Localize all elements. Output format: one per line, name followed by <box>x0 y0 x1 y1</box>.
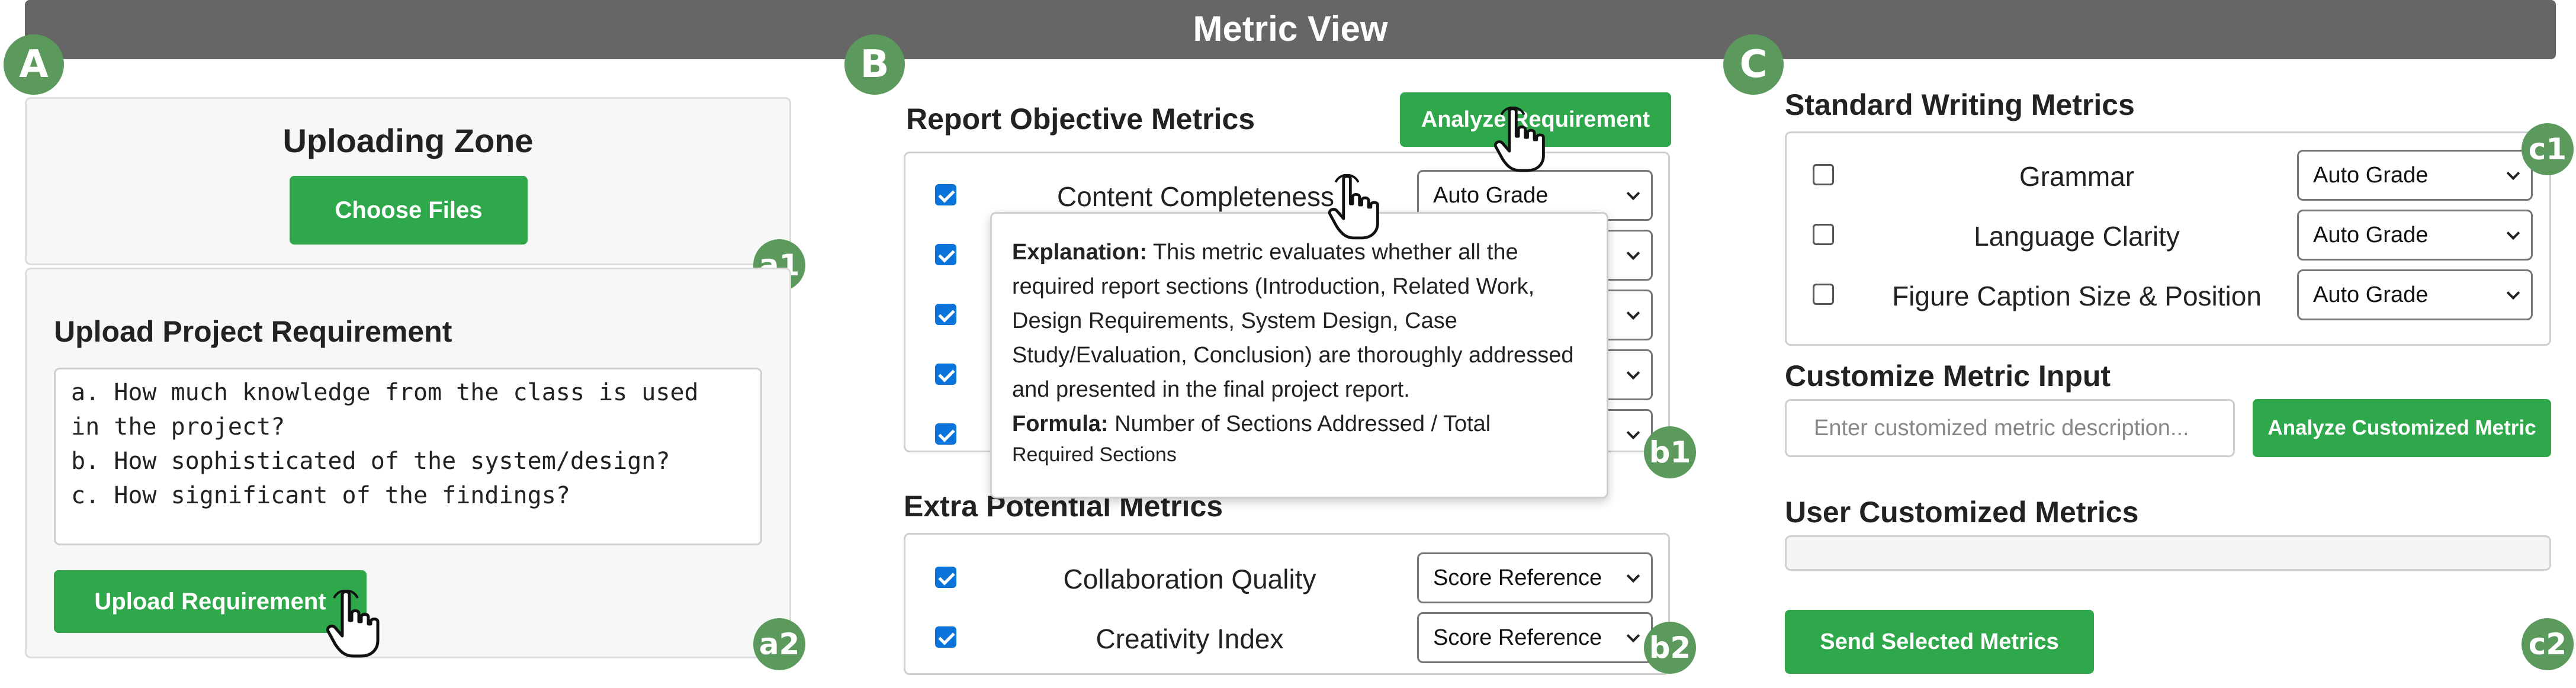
metric-checkbox[interactable] <box>935 423 956 445</box>
customized-metric-input[interactable]: Enter customized metric description... <box>1785 399 2235 457</box>
metric-label: Creativity Index <box>1096 623 1284 654</box>
marker-a2: a2 <box>753 618 805 670</box>
chevron-down-icon <box>2506 166 2520 181</box>
hand-pointer-icon <box>326 590 380 658</box>
project-requirement-title: Upload Project Requirement <box>54 315 452 348</box>
metric-checkbox[interactable] <box>1813 164 1834 185</box>
chevron-down-icon <box>1626 629 1640 643</box>
standard-writing-title: Standard Writing Metrics <box>1785 88 2135 121</box>
grade-select[interactable]: Auto Grade <box>2297 269 2533 320</box>
metric-checkbox[interactable] <box>935 364 956 385</box>
metric-label: Content Completeness <box>1057 181 1334 212</box>
hand-pointer-icon <box>1328 174 1379 240</box>
extra-metrics-box: Collaboration Quality Score Reference Cr… <box>904 533 1670 675</box>
metric-label: Collaboration Quality <box>1063 564 1316 594</box>
chevron-down-icon <box>1626 569 1640 583</box>
title-bar: Metric View <box>25 0 2556 59</box>
metric-row-figure-caption: Figure Caption Size & Position Auto Grad… <box>1787 265 2549 324</box>
section-marker-b: B <box>844 34 905 95</box>
standard-writing-box: Grammar Auto Grade Language Clarity Auto… <box>1785 131 2551 346</box>
grade-select[interactable]: Auto Grade <box>2297 150 2533 201</box>
chevron-down-icon <box>2506 226 2520 240</box>
metric-checkbox[interactable] <box>935 304 956 325</box>
metric-checkbox[interactable] <box>935 567 956 588</box>
chevron-down-icon <box>1626 366 1640 380</box>
metric-row-content-completeness: Content Completeness Auto Grade <box>905 153 1668 221</box>
tooltip-formula: Formula: Number of Sections Addressed / … <box>1012 411 1491 436</box>
section-marker-a: A <box>4 34 64 95</box>
metric-checkbox[interactable] <box>935 244 956 265</box>
metric-checkbox[interactable] <box>935 626 956 648</box>
metric-row-language-clarity: Language Clarity Auto Grade <box>1787 205 2549 265</box>
grade-select[interactable]: Auto Grade <box>2297 210 2533 261</box>
tooltip-formula-cont: Required Sections <box>1012 443 1177 466</box>
metric-label: Language Clarity <box>1974 221 2180 252</box>
user-customized-title: User Customized Metrics <box>1785 496 2139 529</box>
hand-pointer-icon <box>1493 107 1545 172</box>
customize-metric-title: Customize Metric Input <box>1785 359 2111 393</box>
tooltip-explanation: Explanation: This metric evaluates wheth… <box>1012 240 1574 402</box>
page-title: Metric View <box>1193 9 1388 49</box>
marker-c2: c2 <box>2522 618 2574 670</box>
metric-row-collaboration-quality: Collaboration Quality Score Reference <box>905 535 1668 603</box>
metric-checkbox[interactable] <box>935 184 956 205</box>
requirement-textarea[interactable]: a. How much knowledge from the class is … <box>54 368 762 545</box>
upload-requirement-button[interactable]: Upload Requirement <box>54 570 367 633</box>
marker-c1: c1 <box>2522 123 2574 175</box>
chevron-down-icon <box>1626 246 1640 261</box>
uploading-zone-title: Uploading Zone <box>282 122 534 159</box>
project-requirement-panel: Upload Project Requirement a. How much k… <box>25 268 791 658</box>
chevron-down-icon <box>2506 286 2520 300</box>
analyze-customized-metric-button[interactable]: Analyze Customized Metric <box>2253 399 2551 457</box>
chevron-down-icon <box>1626 306 1640 320</box>
metric-explanation-tooltip: Explanation: This metric evaluates wheth… <box>990 212 1608 499</box>
send-selected-metrics-button[interactable]: Send Selected Metrics <box>1785 610 2094 674</box>
metric-checkbox[interactable] <box>1813 284 1834 305</box>
report-objective-title: Report Objective Metrics <box>906 102 1255 136</box>
marker-b2: b2 <box>1644 622 1696 674</box>
chevron-down-icon <box>1626 187 1640 201</box>
chevron-down-icon <box>1626 426 1640 440</box>
metric-checkbox[interactable] <box>1813 224 1834 245</box>
metric-row-creativity-index: Creativity Index Score Reference <box>905 594 1668 663</box>
metric-label: Grammar <box>2019 161 2135 192</box>
metric-label: Figure Caption Size & Position <box>1892 281 2262 311</box>
metric-row-grammar: Grammar Auto Grade <box>1787 145 2549 205</box>
choose-files-button[interactable]: Choose Files <box>290 176 528 245</box>
uploading-zone-panel: Uploading Zone Choose Files <box>25 97 791 265</box>
marker-b1: b1 <box>1644 426 1696 478</box>
section-marker-c: C <box>1723 34 1784 95</box>
grade-select[interactable]: Score Reference <box>1417 612 1653 663</box>
user-customized-metrics-list <box>1785 535 2551 571</box>
